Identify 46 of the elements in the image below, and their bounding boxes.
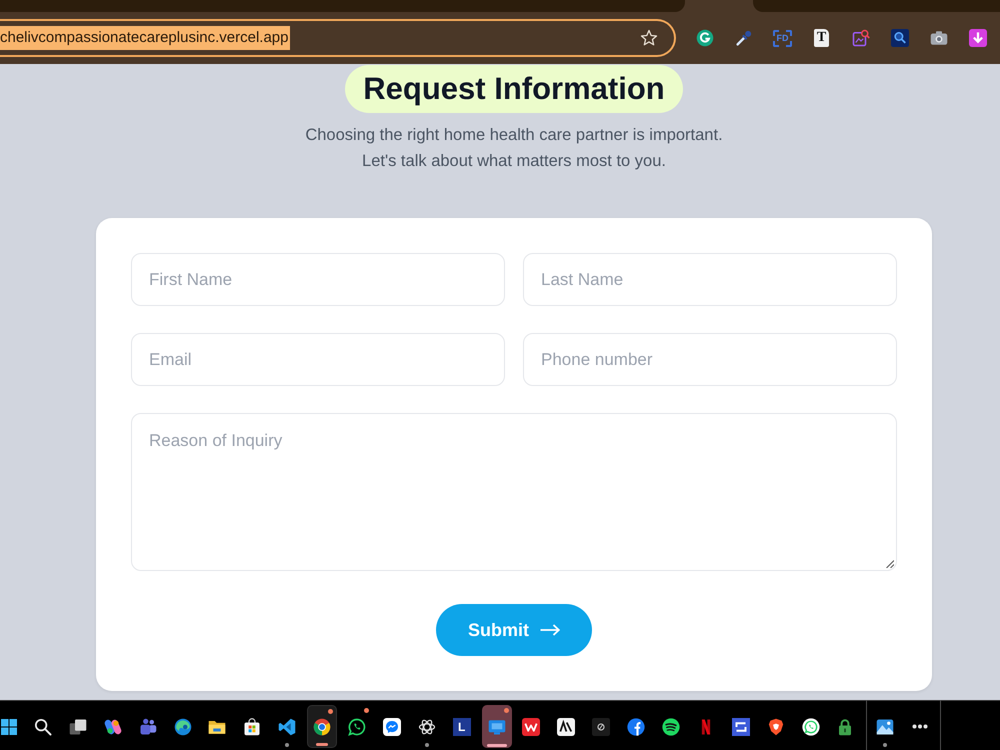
zigzag-tile-icon <box>522 718 540 736</box>
more-icon[interactable] <box>912 724 928 729</box>
input-field[interactable]: Last Name <box>523 253 897 306</box>
eyedropper-icon[interactable] <box>734 29 752 47</box>
ring-logo-icon <box>313 718 332 736</box>
address-bar[interactable]: chelivcompassionatecareplusinc.vercel.app <box>0 19 676 57</box>
slash-tile-icon <box>557 718 576 736</box>
wave-circle-icon <box>174 718 192 736</box>
magnifier-tile-icon[interactable] <box>890 29 908 47</box>
page-title: Request Information <box>345 65 683 113</box>
subtitle: Choosing the right home health care partner is important. Let's talk about what matters most to you. <box>305 125 723 172</box>
sound-arcs-icon <box>662 718 680 736</box>
star-icon[interactable] <box>640 29 658 47</box>
people-icon <box>138 718 157 736</box>
landscape-icon <box>876 718 894 736</box>
download-icon[interactable] <box>968 29 986 47</box>
slashed-circle-tile-icon <box>592 718 610 736</box>
resize-handle-icon[interactable] <box>886 560 894 568</box>
url-text: chelivcompassionatecareplusinc.vercel.app <box>0 26 290 50</box>
extension-button[interactable]: T <box>814 29 829 47</box>
textarea-field[interactable]: Reason of Inquiry <box>131 413 897 571</box>
shield-icon <box>766 718 785 736</box>
g-circle-icon[interactable] <box>696 29 714 47</box>
arrow-icon <box>540 624 560 636</box>
image-search-icon[interactable] <box>852 29 870 47</box>
taskbar-button[interactable]: L <box>446 705 477 748</box>
colorful-pills-icon <box>104 718 122 736</box>
phone-bubble-icon <box>348 718 366 736</box>
square-logo-icon <box>732 718 750 736</box>
ribbon-logo-icon <box>278 718 296 736</box>
phone-bubble-icon <box>802 718 820 736</box>
taskbar-button[interactable] <box>482 705 512 748</box>
camera-icon[interactable] <box>930 29 948 47</box>
start-icon <box>1 718 17 734</box>
windows-stack-icon <box>68 718 87 736</box>
input-field[interactable]: Phone number <box>523 333 897 386</box>
taskbar-button[interactable] <box>307 705 338 748</box>
shopping-bag-icon <box>243 718 262 736</box>
input-field[interactable]: Email <box>131 333 505 386</box>
search-icon <box>34 718 52 736</box>
app-tile: L <box>452 718 471 736</box>
input-field[interactable]: First Name <box>131 253 505 306</box>
atom-icon <box>418 718 436 736</box>
chat-bubble-icon <box>382 718 401 736</box>
monitor-icon <box>488 718 506 736</box>
f-circle-icon <box>627 718 646 736</box>
